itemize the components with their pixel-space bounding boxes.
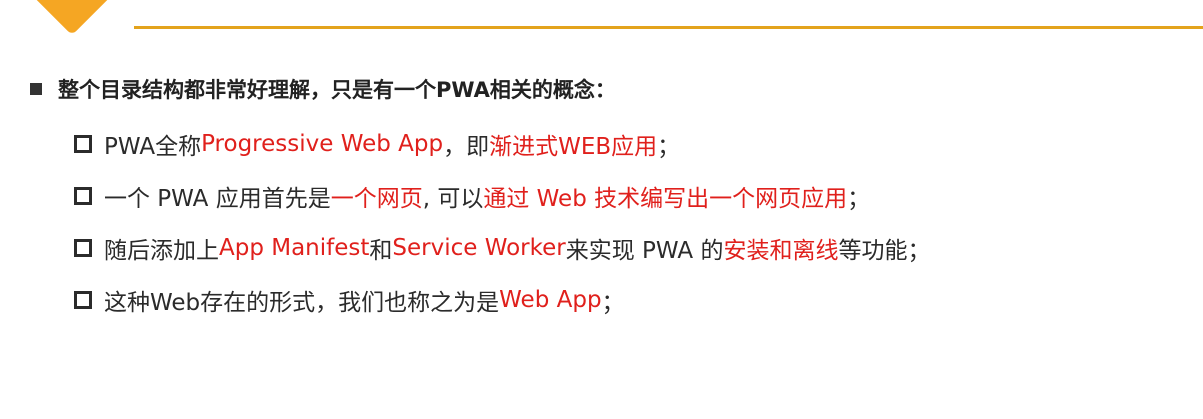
- hollow-square-bullet-icon: [74, 291, 92, 309]
- highlight-text: 通过 Web 技术编写出一个网页应用: [483, 186, 848, 212]
- list-item: 一个 PWA 应用首先是 一个网页 , 可以 通过 Web 技术编写出一个网页应…: [74, 170, 930, 222]
- hollow-square-bullet-icon: [74, 239, 92, 257]
- highlight-text: 渐进式WEB应用: [489, 134, 658, 160]
- item-text: ，即: [443, 134, 490, 160]
- main-bullet: 整个目录结构都非常好理解，只是有一个PWA相关的概念：: [30, 70, 616, 108]
- filled-square-bullet-icon: [30, 83, 42, 95]
- highlight-text: Progressive Web App: [201, 131, 444, 157]
- hollow-square-bullet-icon: [74, 187, 92, 205]
- highlight-text: 安装和离线: [723, 238, 839, 264]
- list-item: 随后添加上 App Manifest 和 Service Worker 来实现 …: [74, 222, 930, 274]
- highlight-text: Service Worker: [392, 235, 566, 261]
- highlight-text: Web App: [499, 287, 602, 313]
- heading-text: 整个目录结构都非常好理解，只是有一个PWA相关的概念：: [58, 78, 616, 102]
- item-text: ；: [657, 134, 681, 160]
- highlight-text: App Manifest: [219, 235, 370, 261]
- item-text: 来实现 PWA 的: [565, 238, 724, 264]
- item-text: 和: [369, 238, 393, 264]
- hollow-square-bullet-icon: [74, 135, 92, 153]
- header-divider: [134, 26, 1203, 29]
- list-item: 这种Web存在的形式，我们也称之为是 Web App ；: [74, 274, 930, 326]
- highlight-text: 一个网页: [330, 186, 423, 212]
- item-text: 随后添加上: [104, 238, 219, 264]
- item-text: 一个 PWA 应用首先是: [104, 186, 331, 212]
- corner-badge: [26, 0, 118, 36]
- item-text: , 可以: [422, 186, 484, 212]
- item-text: 等功能；: [838, 238, 931, 264]
- item-text: ；: [847, 186, 871, 212]
- sub-bullet-list: PWA全称 Progressive Web App ，即 渐进式WEB应用 ； …: [74, 118, 930, 326]
- item-text: PWA全称: [104, 134, 202, 160]
- item-text: ；: [601, 290, 625, 316]
- list-item: PWA全称 Progressive Web App ，即 渐进式WEB应用 ；: [74, 118, 930, 170]
- item-text: 这种Web存在的形式，我们也称之为是: [104, 290, 500, 316]
